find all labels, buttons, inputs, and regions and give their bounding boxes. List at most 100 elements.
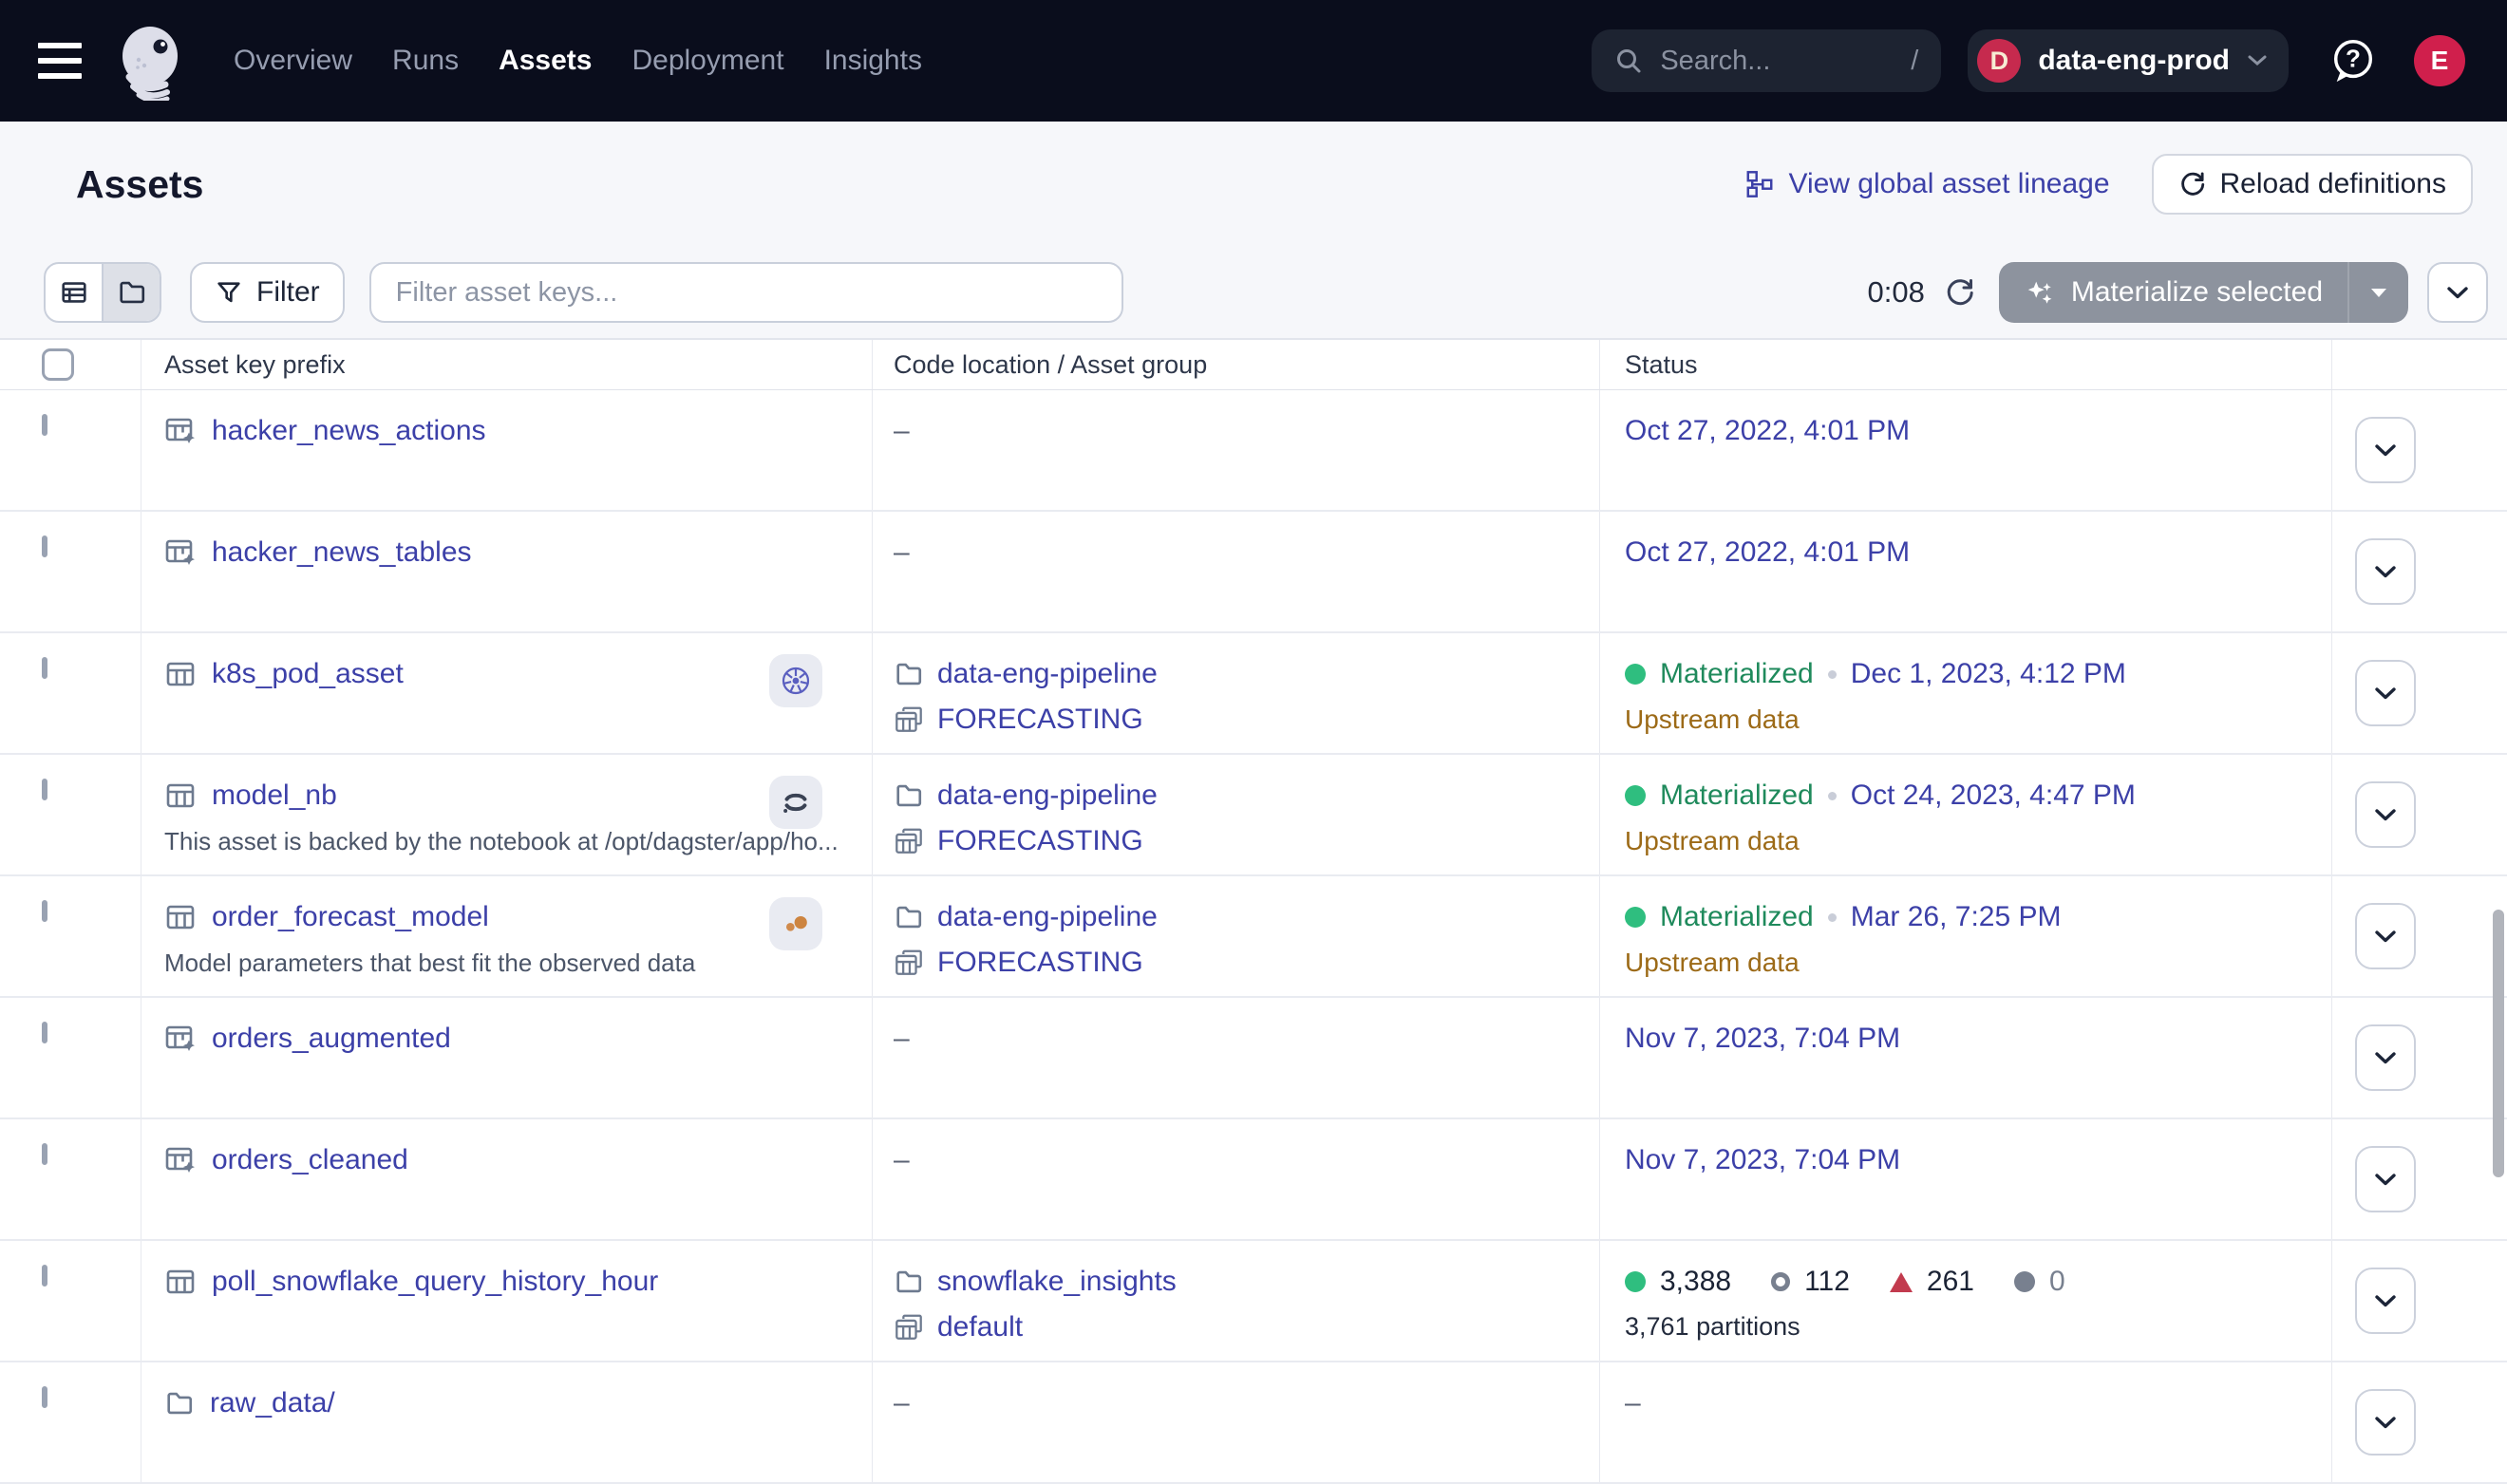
table-icon — [164, 658, 197, 690]
materialization-date-link[interactable]: Oct 27, 2022, 4:01 PM — [1625, 536, 1910, 569]
help-icon[interactable]: ? — [2328, 36, 2378, 85]
row-checkbox[interactable] — [42, 779, 47, 800]
asset-key-link[interactable]: hacker_news_tables — [212, 536, 472, 569]
table-row: hacker_news_actions–Oct 27, 2022, 4:01 P… — [0, 390, 2507, 512]
table-icon — [164, 901, 197, 933]
materialization-date-link[interactable]: Oct 24, 2023, 4:47 PM — [1851, 780, 2136, 812]
empty-value: – — [1625, 1387, 1641, 1418]
flat-view-toggle[interactable] — [46, 264, 102, 321]
page-header: Assets View global asset lineage Reload … — [0, 122, 2507, 247]
materialization-date-link[interactable]: Mar 26, 7:25 PM — [1851, 901, 2062, 933]
filter-button[interactable]: Filter — [190, 262, 345, 323]
column-header-asset-key-prefix: Asset key prefix — [141, 340, 872, 389]
table-star-icon — [164, 536, 197, 569]
expand-row-button[interactable] — [2355, 781, 2416, 848]
empty-value: – — [894, 1023, 910, 1054]
column-header-code-location: Code location / Asset group — [872, 340, 1599, 389]
expand-row-button[interactable] — [2355, 660, 2416, 726]
code-location-link[interactable]: data-eng-pipeline — [937, 901, 1158, 933]
nav-item-runs[interactable]: Runs — [392, 45, 459, 77]
column-header-status: Status — [1599, 340, 2331, 389]
asset-key-link[interactable]: raw_data/ — [210, 1387, 335, 1419]
code-location-link[interactable]: data-eng-pipeline — [937, 780, 1158, 812]
asset-key-link[interactable]: hacker_news_actions — [212, 415, 486, 447]
materialization-date-link[interactable]: Dec 1, 2023, 4:12 PM — [1851, 658, 2126, 690]
asset-key-link[interactable]: poll_snowflake_query_history_hour — [212, 1266, 658, 1298]
expand-row-button[interactable] — [2355, 1268, 2416, 1334]
asset-key-link[interactable]: orders_cleaned — [212, 1144, 408, 1176]
row-checkbox[interactable] — [42, 414, 47, 436]
search-input[interactable] — [1658, 45, 1911, 78]
asset-group-icon — [894, 1312, 924, 1343]
nav-item-assets[interactable]: Assets — [499, 45, 592, 77]
row-checkbox[interactable] — [42, 1386, 47, 1408]
code-location-link[interactable]: data-eng-pipeline — [937, 658, 1158, 690]
table-star-icon — [164, 1023, 197, 1055]
materialized-status-dot — [1625, 907, 1646, 928]
table-row: model_nbThis asset is backed by the note… — [0, 755, 2507, 876]
asset-group-link[interactable]: FORECASTING — [937, 704, 1143, 736]
materialize-dropdown-toggle[interactable] — [2347, 262, 2408, 323]
deployment-switcher[interactable]: D data-eng-prod — [1968, 29, 2289, 92]
nav-item-overview[interactable]: Overview — [234, 45, 352, 77]
top-nav: Overview Runs Assets Deployment Insights… — [0, 0, 2507, 122]
global-search[interactable]: / — [1592, 29, 1941, 92]
partition-count: 3,388 — [1660, 1266, 1731, 1298]
row-checkbox[interactable] — [42, 657, 47, 679]
hamburger-menu-icon[interactable] — [38, 43, 82, 79]
table-row: k8s_pod_asset data-eng-pipeline FORECASTIN… — [0, 633, 2507, 755]
materialize-selected-button[interactable]: Materialize selected — [1999, 262, 2408, 323]
asset-group-link[interactable]: default — [937, 1311, 1023, 1343]
materialized-status-label: Materialized — [1660, 780, 1814, 812]
row-checkbox[interactable] — [42, 535, 47, 557]
dagster-logo-icon[interactable] — [110, 21, 190, 101]
table-row: orders_augmented – Nov 7, 2023, 7:04 PM — [0, 998, 2507, 1119]
select-all-checkbox[interactable] — [42, 348, 74, 381]
refresh-icon[interactable] — [1944, 276, 1976, 309]
folder-view-toggle[interactable] — [102, 264, 160, 321]
expand-row-button[interactable] — [2355, 903, 2416, 969]
user-avatar[interactable]: E — [2414, 35, 2465, 86]
expand-row-button[interactable] — [2355, 1024, 2416, 1091]
nav-item-deployment[interactable]: Deployment — [631, 45, 783, 77]
view-global-asset-lineage-link[interactable]: View global asset lineage — [1744, 168, 2109, 200]
vertical-scrollbar[interactable] — [2493, 910, 2504, 1177]
search-icon — [1614, 47, 1643, 75]
row-checkbox[interactable] — [42, 1143, 47, 1165]
asset-key-link[interactable]: order_forecast_model — [212, 901, 489, 933]
reload-definitions-button[interactable]: Reload definitions — [2152, 154, 2474, 215]
more-actions-button[interactable] — [2427, 262, 2488, 323]
upstream-data-note: Upstream data — [1625, 704, 2331, 735]
asset-key-link[interactable]: k8s_pod_asset — [212, 658, 404, 690]
table-icon — [164, 780, 197, 812]
view-mode-toggle — [44, 262, 161, 323]
materialized-status-label: Materialized — [1660, 658, 1814, 690]
materialization-date-link[interactable]: Nov 7, 2023, 7:04 PM — [1625, 1144, 1900, 1176]
expand-row-button[interactable] — [2355, 1389, 2416, 1456]
upstream-data-note: Upstream data — [1625, 826, 2331, 856]
table-star-icon — [164, 415, 197, 447]
materialization-date-link[interactable]: Oct 27, 2022, 4:01 PM — [1625, 415, 1910, 447]
separator-dot — [1828, 792, 1837, 800]
row-checkbox[interactable] — [42, 1022, 47, 1043]
code-location-link[interactable]: snowflake_insights — [937, 1266, 1177, 1298]
table-row: raw_data/–– — [0, 1362, 2507, 1484]
materialization-date-link[interactable]: Nov 7, 2023, 7:04 PM — [1625, 1023, 1900, 1055]
upstream-data-note: Upstream data — [1625, 948, 2331, 978]
materialized-status-label: Materialized — [1660, 901, 1814, 933]
filter-asset-keys-input[interactable] — [369, 262, 1123, 323]
row-checkbox[interactable] — [42, 900, 47, 922]
asset-key-link[interactable]: orders_augmented — [212, 1023, 451, 1055]
table-star-icon — [164, 1144, 197, 1176]
asset-key-link[interactable]: model_nb — [212, 780, 337, 812]
expand-row-button[interactable] — [2355, 538, 2416, 605]
funnel-icon — [215, 278, 243, 307]
row-checkbox[interactable] — [42, 1265, 47, 1287]
expand-row-button[interactable] — [2355, 1146, 2416, 1212]
asset-group-link[interactable]: FORECASTING — [937, 825, 1143, 857]
table-header: Asset key prefix Code location / Asset g… — [0, 340, 2507, 390]
expand-row-button[interactable] — [2355, 417, 2416, 483]
asset-group-link[interactable]: FORECASTING — [937, 947, 1143, 979]
main-menu: Overview Runs Assets Deployment Insights — [234, 45, 922, 77]
nav-item-insights[interactable]: Insights — [824, 45, 922, 77]
